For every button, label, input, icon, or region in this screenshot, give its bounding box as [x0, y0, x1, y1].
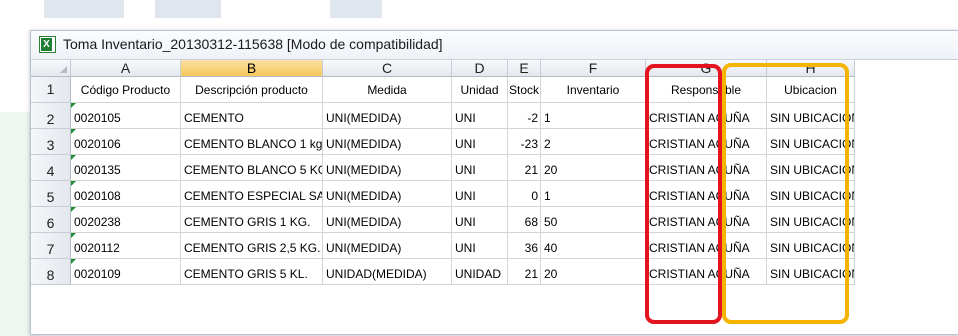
table-cell[interactable]: 1 — [541, 181, 646, 207]
row-header[interactable]: 1 — [31, 77, 71, 103]
table-cell[interactable]: CEMENTO GRIS 5 KL. — [181, 259, 323, 285]
table-cell[interactable]: UNI — [452, 233, 508, 259]
table-cell[interactable]: SIN UBICACION — [767, 259, 855, 285]
corner-triangle-icon — [60, 66, 67, 73]
window-title: Toma Inventario_20130312-115638 [Modo de… — [63, 36, 443, 52]
table-cell[interactable]: -2 — [508, 103, 541, 129]
table-cell[interactable]: UNI(MEDIDA) — [323, 103, 452, 129]
row-header[interactable]: 5 — [31, 181, 71, 207]
header-cell[interactable]: Stock — [508, 77, 541, 103]
table-cell[interactable]: UNIDAD — [452, 259, 508, 285]
table-cell[interactable]: CRISTIAN ACUÑA — [646, 181, 767, 207]
row-header[interactable]: 2 — [31, 103, 71, 129]
table-cell[interactable]: CEMENTO — [181, 103, 323, 129]
table-cell[interactable]: 36 — [508, 233, 541, 259]
header-cell[interactable]: Unidad — [452, 77, 508, 103]
row-header[interactable]: 6 — [31, 207, 71, 233]
background-block — [330, 0, 382, 18]
table-cell[interactable]: UNI(MEDIDA) — [323, 129, 452, 155]
column-header-e[interactable]: E — [508, 60, 541, 77]
table-cell[interactable]: SIN UBICACION — [767, 233, 855, 259]
table-cell[interactable]: 21 — [508, 259, 541, 285]
table-cell[interactable]: UNI — [452, 129, 508, 155]
table-cell[interactable]: CRISTIAN ACUÑA — [646, 129, 767, 155]
table-cell[interactable]: UNI(MEDIDA) — [323, 155, 452, 181]
table-cell[interactable]: 0 — [508, 181, 541, 207]
table-cell[interactable]: 1 — [541, 103, 646, 129]
table-cell[interactable]: CEMENTO BLANCO 1 kg. — [181, 129, 323, 155]
table-cell[interactable]: 2 — [541, 129, 646, 155]
table-cell[interactable]: 40 — [541, 233, 646, 259]
table-cell[interactable]: UNI — [452, 155, 508, 181]
table-cell[interactable]: 0020108 — [71, 181, 181, 207]
table-cell[interactable]: CRISTIAN ACUÑA — [646, 155, 767, 181]
table-cell[interactable]: UNI(MEDIDA) — [323, 207, 452, 233]
table-cell[interactable]: 0020238 — [71, 207, 181, 233]
column-header-f[interactable]: F — [541, 60, 646, 77]
table-cell[interactable]: 0020105 — [71, 103, 181, 129]
table-cell[interactable]: SIN UBICACION — [767, 207, 855, 233]
table-cell[interactable]: SIN UBICACION — [767, 129, 855, 155]
header-cell[interactable]: Responsable — [646, 77, 767, 103]
table-cell[interactable]: 50 — [541, 207, 646, 233]
number-as-text-indicator-icon — [71, 129, 76, 134]
table-cell[interactable]: UNI — [452, 181, 508, 207]
table-cell[interactable]: 20 — [541, 259, 646, 285]
row-header[interactable]: 3 — [31, 129, 71, 155]
spreadsheet-grid[interactable]: A B C D E F G H 1 2 3 4 5 6 7 8 Código Producto Descripci… — [31, 60, 958, 334]
background-block — [44, 0, 124, 18]
row-header[interactable]: 7 — [31, 233, 71, 259]
number-as-text-indicator-icon — [71, 233, 76, 238]
table-cell[interactable]: SIN UBICACION — [767, 103, 855, 129]
table-cell[interactable]: UNI — [452, 207, 508, 233]
select-all-corner[interactable] — [31, 60, 71, 77]
excel-icon[interactable]: X — [39, 36, 56, 53]
table-cell[interactable]: CRISTIAN ACUÑA — [646, 103, 767, 129]
header-cell[interactable]: Ubicacion — [767, 77, 855, 103]
table-cell[interactable]: 0020112 — [71, 233, 181, 259]
table-cell[interactable]: -23 — [508, 129, 541, 155]
column-header-g[interactable]: G — [646, 60, 767, 77]
table-cell[interactable]: UNI — [452, 103, 508, 129]
table-cell[interactable]: 20 — [541, 155, 646, 181]
table-cell[interactable]: UNI(MEDIDA) — [323, 233, 452, 259]
table-cell[interactable]: CEMENTO GRIS 2,5 KG. — [181, 233, 323, 259]
table-cell[interactable]: CEMENTO ESPECIAL SACO 42.5 KG. — [181, 181, 323, 207]
table-cell[interactable]: 0020135 — [71, 155, 181, 181]
table-cell[interactable]: UNI(MEDIDA) — [323, 181, 452, 207]
table-cell[interactable]: CEMENTO GRIS 1 KG. — [181, 207, 323, 233]
table-cell[interactable]: 68 — [508, 207, 541, 233]
column-header-h[interactable]: H — [767, 60, 855, 77]
header-cell[interactable]: Descripción producto — [181, 77, 323, 103]
background-block — [155, 0, 221, 18]
table-cell[interactable]: 0020106 — [71, 129, 181, 155]
row-header[interactable]: 4 — [31, 155, 71, 181]
table-cell[interactable]: CRISTIAN ACUÑA — [646, 259, 767, 285]
number-as-text-indicator-icon — [71, 155, 76, 160]
row-header[interactable]: 8 — [31, 259, 71, 285]
column-header-c[interactable]: C — [323, 60, 452, 77]
title-bar[interactable]: X Toma Inventario_20130312-115638 [Modo … — [31, 31, 958, 60]
column-header-d[interactable]: D — [452, 60, 508, 77]
header-cell[interactable]: Inventario — [541, 77, 646, 103]
number-as-text-indicator-icon — [71, 207, 76, 212]
column-header-b[interactable]: B — [181, 60, 323, 77]
table-cell[interactable]: SIN UBICACION — [767, 181, 855, 207]
table-cell[interactable]: CEMENTO BLANCO 5 KG. — [181, 155, 323, 181]
number-as-text-indicator-icon — [71, 181, 76, 186]
header-cell[interactable]: Medida — [323, 77, 452, 103]
table-cell[interactable]: CRISTIAN ACUÑA — [646, 207, 767, 233]
background-block — [0, 112, 34, 336]
header-cell[interactable]: Código Producto — [71, 77, 181, 103]
table-cell[interactable]: UNIDAD(MEDIDA) — [323, 259, 452, 285]
table-cell[interactable]: 21 — [508, 155, 541, 181]
table-cell[interactable]: CRISTIAN ACUÑA — [646, 233, 767, 259]
number-as-text-indicator-icon — [71, 103, 76, 108]
table-cell[interactable]: SIN UBICACION — [767, 155, 855, 181]
column-header-a[interactable]: A — [71, 60, 181, 77]
excel-window: X Toma Inventario_20130312-115638 [Modo … — [30, 30, 958, 335]
table-cell[interactable]: 0020109 — [71, 259, 181, 285]
number-as-text-indicator-icon — [71, 259, 76, 264]
